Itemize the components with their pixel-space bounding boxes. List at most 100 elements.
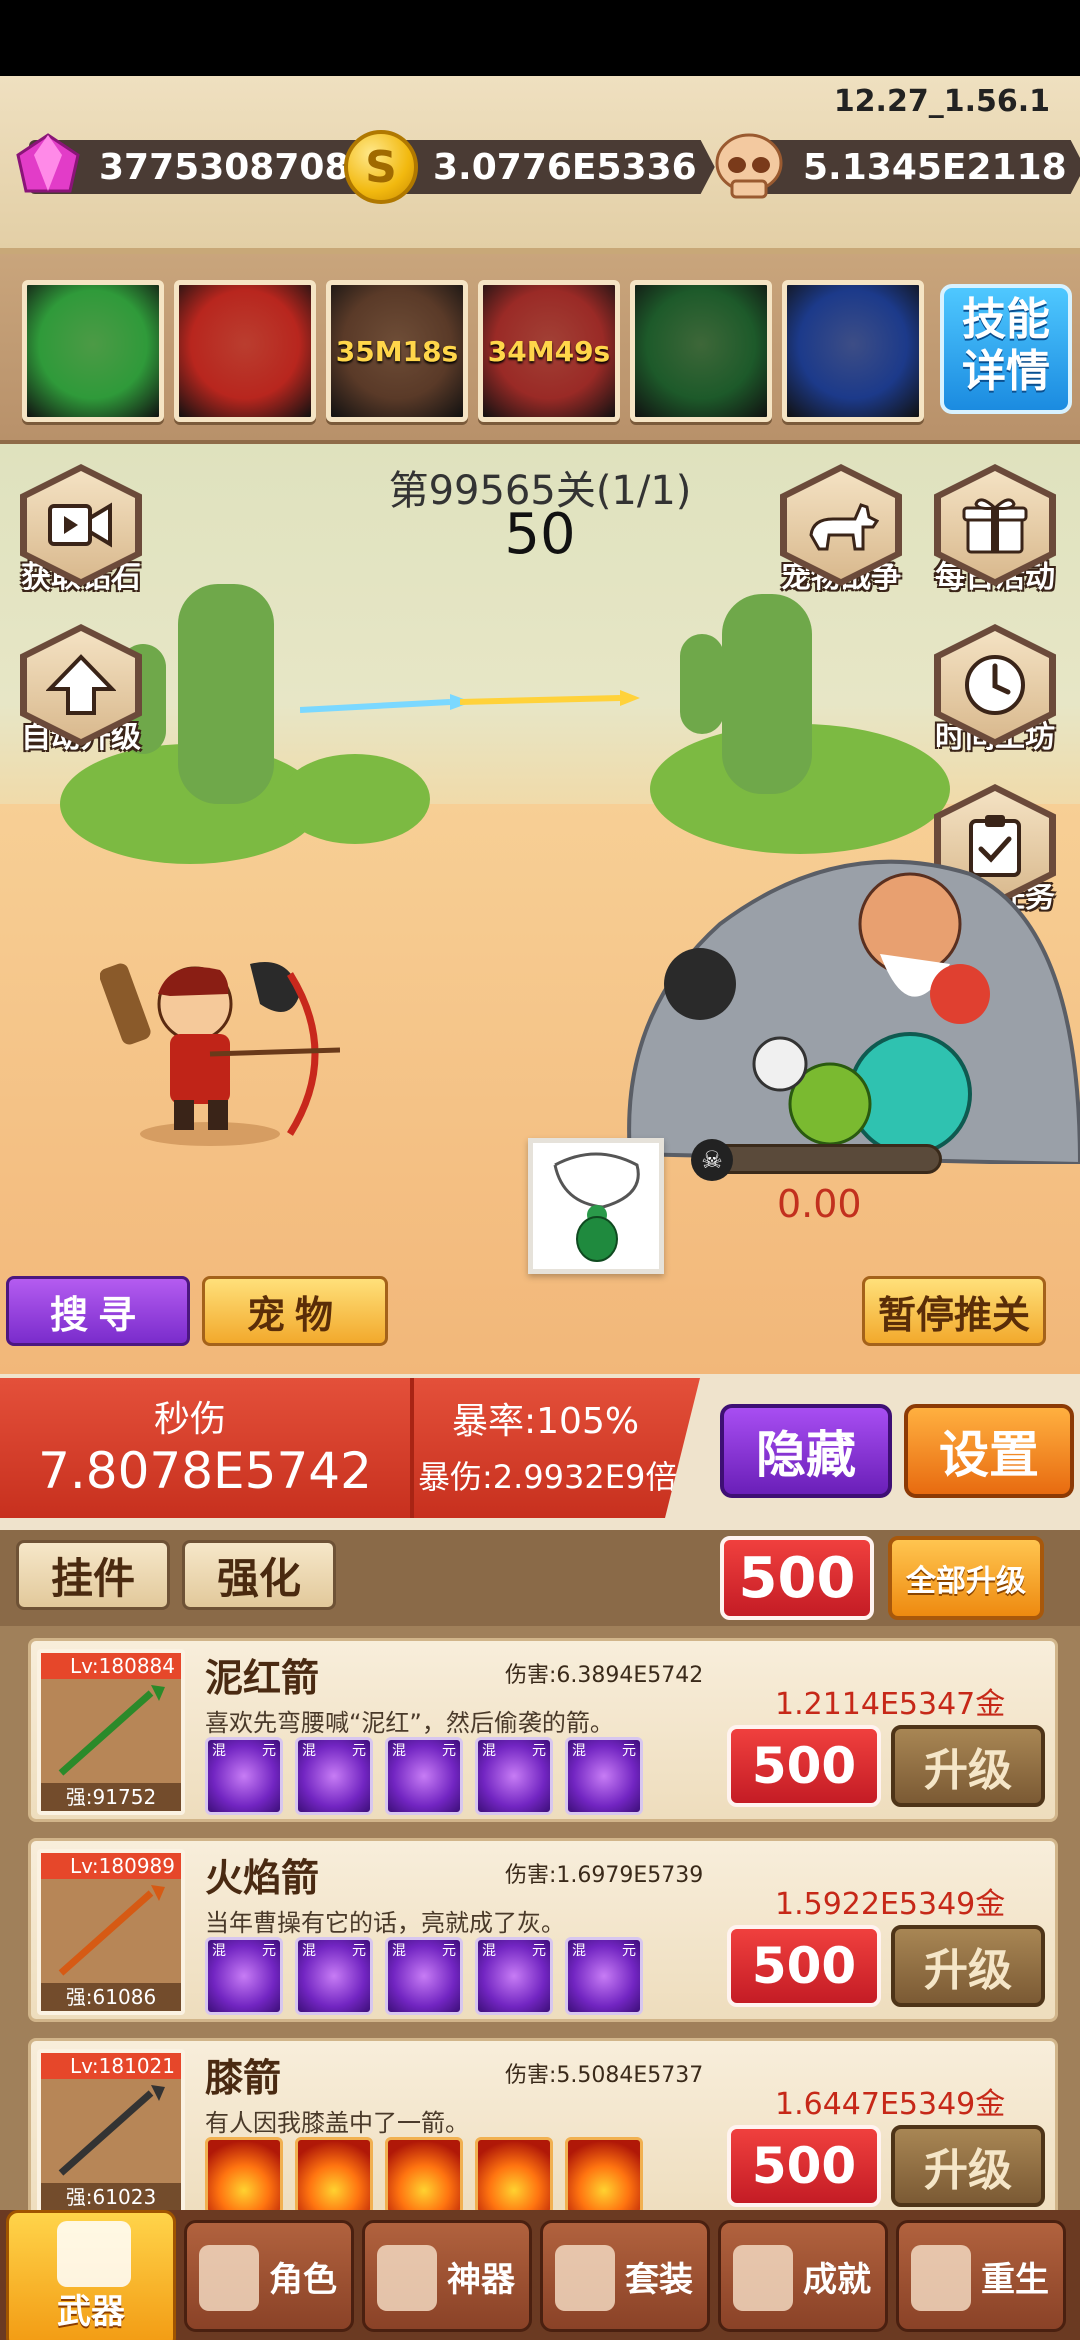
pet-button[interactable]: 宠物: [202, 1276, 388, 1346]
yinyang-gem-icon[interactable]: 混元: [565, 1737, 643, 1815]
upgrade-price: 1.5922E5349金: [775, 1887, 1006, 1922]
yinyang-gem-icon[interactable]: 混元: [565, 1937, 643, 2015]
gem-tag: 混: [572, 1943, 586, 1959]
yinyang-gem-icon[interactable]: 混元: [205, 1737, 283, 1815]
upgrade-quantity-button[interactable]: 500: [727, 1925, 881, 2007]
fire-gem-icon[interactable]: [295, 2137, 373, 2215]
bush-left-small: [280, 754, 430, 844]
nav-item-5[interactable]: 重生: [896, 2220, 1066, 2332]
clock-skill-icon[interactable]: [782, 280, 924, 422]
weapon-description: 喜欢先弯腰喊“泥红”，然后偷袭的箭。: [205, 1709, 614, 1737]
weapon-strength: 强:61023: [41, 2183, 181, 2211]
cactus-left: [178, 584, 274, 804]
gem-tag: 混: [212, 1743, 226, 1759]
upgrade-quantity-button[interactable]: 500: [727, 2125, 881, 2207]
gem-tag: 元: [622, 1943, 636, 1959]
necklace-drop-item[interactable]: [528, 1138, 664, 1274]
nav-item-1[interactable]: 角色: [184, 2220, 354, 2332]
gem-tag: 元: [352, 1743, 366, 1759]
tab-enhance[interactable]: 强化: [182, 1540, 336, 1610]
fire-gem-icon[interactable]: [475, 2137, 553, 2215]
gem-tag: 元: [442, 1743, 456, 1759]
nav-item-4[interactable]: 成就: [718, 2220, 888, 2332]
battle-scene: 第99565关(1/1) 50 获取钻石 自动升级 宠物战争 每日活动 时间工坊: [0, 444, 1080, 1374]
nav-item-0[interactable]: 武器: [6, 2210, 176, 2340]
yinyang-gem-icon[interactable]: 混元: [295, 1737, 373, 1815]
weapon-description: 当年曹操有它的话，亮就成了灰。: [205, 1909, 565, 1937]
nav-item-label: 成就: [803, 2259, 871, 2300]
list-tabs: 挂件 强化 500 全部升级: [0, 1530, 1080, 1626]
weapon-name: 泥红箭: [205, 1656, 320, 1700]
weapon-thumbnail[interactable]: Lv:181021 强:61023: [37, 2049, 185, 2215]
skill-cooldown: 35M18s: [335, 334, 459, 368]
weapon-strength: 强:91752: [41, 1783, 181, 1811]
arrow-weapon-icon: [58, 1685, 165, 1776]
search-button[interactable]: 搜寻: [6, 1276, 190, 1346]
fire-gem-icon[interactable]: [565, 2137, 643, 2215]
weapon-thumbnail[interactable]: Lv:180989 强:61086: [37, 1849, 185, 2015]
green-arrows-skill-icon[interactable]: [22, 280, 164, 422]
skill-bar: 35M18s 34M49s 技能 详情: [0, 254, 1080, 444]
gold-burst-skill-icon[interactable]: 35M18s: [326, 280, 468, 422]
upgrade-button[interactable]: 升级: [891, 1725, 1045, 1807]
get-gems-button[interactable]: 获取钻石: [6, 464, 156, 596]
red-aura-skill-icon[interactable]: 34M49s: [478, 280, 620, 422]
nav-item-2[interactable]: 神器: [362, 2220, 532, 2332]
bow-skill-icon[interactable]: [630, 280, 772, 422]
upgrade-all-button[interactable]: 全部升级: [888, 1536, 1044, 1620]
skull-icon: [715, 133, 783, 199]
hide-button[interactable]: 隐藏: [720, 1404, 892, 1498]
weapon-damage: 伤害:5.5084E5737: [505, 2063, 704, 2088]
helmet-icon: [199, 2245, 259, 2311]
gem-tag: 元: [532, 1943, 546, 1959]
weapon-strength: 强:61086: [41, 1983, 181, 2011]
fire-gem-icon[interactable]: [385, 2137, 463, 2215]
gem-counter: 37753087084: [12, 133, 393, 198]
dog-icon: [809, 503, 879, 551]
gold-counter: S 3.0776E5336: [344, 130, 715, 204]
yinyang-gem-icon[interactable]: 混元: [385, 1737, 463, 1815]
gem-tag: 混: [302, 1943, 316, 1959]
gem-tag: 元: [442, 1943, 456, 1959]
gem-tag: 混: [302, 1743, 316, 1759]
pause-stage-button[interactable]: 暂停推关: [862, 1276, 1046, 1346]
tab-equip[interactable]: 挂件: [16, 1540, 170, 1610]
gem-tag: 元: [532, 1743, 546, 1759]
gem-tag: 元: [352, 1943, 366, 1959]
weapon-level: Lv:180989: [41, 1853, 181, 1879]
nav-item-3[interactable]: 套装: [540, 2220, 710, 2332]
weapon-name: 膝箭: [205, 2056, 282, 2100]
crit-damage: 暴伤:2.9932E9倍: [418, 1458, 678, 1496]
upgrade-quantity-button[interactable]: 500: [727, 1725, 881, 1807]
rebirth-flame-icon: [911, 2245, 971, 2311]
armor-set-icon: [555, 2245, 615, 2311]
daily-event-button[interactable]: 每日活动: [920, 464, 1070, 596]
bulk-quantity-button[interactable]: 500: [720, 1536, 874, 1620]
archer-hero: [100, 962, 340, 1146]
weapon-row: Lv:180884 强:91752 泥红箭 伤害:6.3894E5742 喜欢先弯腰喊“…: [28, 1638, 1058, 1822]
upgrade-button[interactable]: 升级: [891, 1925, 1045, 2007]
skill-detail-label: 技能 详情: [962, 294, 1050, 397]
fire-gem-icon[interactable]: [205, 2137, 283, 2215]
arrow-weapon-icon: [58, 1885, 165, 1976]
weapon-thumbnail[interactable]: Lv:180884 强:91752: [37, 1649, 185, 1815]
settings-button[interactable]: 设置: [904, 1404, 1074, 1498]
pet-war-button[interactable]: 宠物战争: [766, 464, 916, 596]
auto-upgrade-button[interactable]: 自动升级: [6, 624, 156, 756]
yinyang-gem-icon[interactable]: 混元: [475, 1937, 553, 2015]
skill-detail-button[interactable]: 技能 详情: [940, 284, 1072, 414]
yinyang-gem-icon[interactable]: 混元: [385, 1937, 463, 2015]
yinyang-gem-icon[interactable]: 混元: [205, 1937, 283, 2015]
up-arrow-icon: [46, 654, 116, 715]
yinyang-gem-icon[interactable]: 混元: [475, 1737, 553, 1815]
dps-value: 7.8078E5742: [38, 1442, 372, 1500]
time-workshop-button[interactable]: 时间工坊: [920, 624, 1070, 756]
weapon-row: Lv:181021 强:61023 膝箭 伤害:5.5084E5737 有人因我膝盖中了…: [28, 2038, 1058, 2222]
gold-coin-icon: S: [344, 130, 418, 204]
yinyang-gem-icon[interactable]: 混元: [295, 1937, 373, 2015]
upgrade-price: 1.6447E5349金: [775, 2087, 1006, 2122]
red-slash-skill-icon[interactable]: [174, 280, 316, 422]
upgrade-price: 1.2114E5347金: [775, 1687, 1006, 1722]
diamond-icon: [16, 133, 80, 193]
upgrade-button[interactable]: 升级: [891, 2125, 1045, 2207]
